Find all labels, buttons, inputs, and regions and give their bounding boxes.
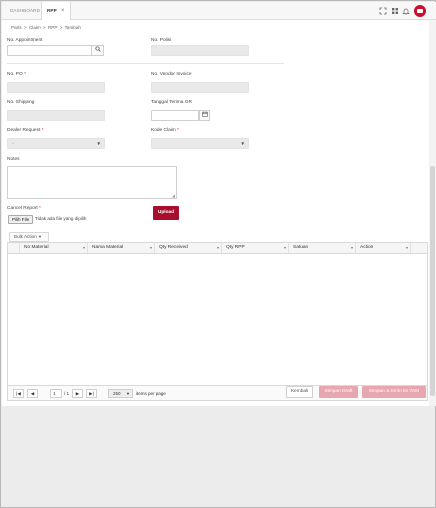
search-appointment-button[interactable]	[91, 45, 104, 56]
breadcrumb-separator: >	[43, 25, 46, 30]
user-avatar[interactable]	[414, 5, 426, 17]
column-label: No Material	[24, 245, 49, 250]
dealer-request-value: -	[12, 141, 14, 146]
column-satuan[interactable]: Satuan ▾	[289, 243, 356, 253]
choose-file-button[interactable]: Pilih File	[8, 215, 33, 224]
column-menu-icon[interactable]: ▾	[284, 243, 286, 253]
required-mark: *	[177, 128, 180, 133]
no-po-label-text: No. PO	[7, 72, 23, 77]
column-nama-material[interactable]: Nama Material ▾	[88, 243, 155, 253]
tab-dashboard[interactable]: DASHBOARD	[10, 2, 40, 20]
column-action[interactable]: Action ▾	[356, 243, 411, 253]
column-menu-icon[interactable]: ▾	[406, 243, 408, 253]
breadcrumb-rpp[interactable]: RPP	[48, 25, 57, 30]
resize-handle-icon[interactable]: ◢	[172, 193, 175, 198]
chevron-down-icon: ▼	[38, 234, 42, 239]
divider	[7, 63, 284, 64]
bell-icon[interactable]	[402, 7, 410, 15]
notes-label: Notes	[7, 157, 20, 162]
required-mark: *	[41, 128, 44, 133]
next-page-button[interactable]: ▶	[72, 389, 83, 398]
kode-claim-label: Kode Claim *	[151, 128, 179, 133]
grid-header: No Material ▾ Nama Material ▾ Qty Received…	[8, 243, 427, 254]
no-shipping-input	[7, 110, 105, 121]
items-per-page-label: items per page	[136, 391, 166, 396]
no-polisi-input	[151, 45, 249, 56]
breadcrumb-separator: >	[59, 25, 63, 30]
column-menu-icon[interactable]: ▾	[351, 243, 353, 253]
no-appointment-input[interactable]	[7, 45, 92, 56]
last-page-button[interactable]: ▶|	[86, 389, 97, 398]
page-size-select[interactable]: 250 ▼	[108, 389, 133, 398]
grid-icon[interactable]	[391, 7, 399, 15]
column-label: Nama Material	[92, 245, 124, 250]
chevron-down-icon: ▼	[126, 391, 130, 396]
bulk-action-label: Bulk Action	[14, 234, 37, 239]
file-status-text: Tidak ada file yang dipilih	[35, 216, 87, 221]
column-label: Qty Received	[159, 245, 188, 250]
no-po-input	[7, 82, 105, 93]
breadcrumb-claim[interactable]: Claim	[29, 25, 41, 30]
breadcrumb: Parts > Claim > RPP > Tambah	[11, 25, 82, 30]
column-menu-icon[interactable]: ▾	[217, 243, 219, 253]
bulk-action-dropdown[interactable]: Bulk Action ▼	[9, 232, 49, 242]
upload-button[interactable]: Upload	[153, 206, 179, 220]
page-size-value: 250	[113, 391, 121, 396]
main-content: Parts > Claim > RPP > Tambah No. Appoint…	[2, 20, 429, 406]
column-qty-rpp[interactable]: Qty RPP ▾	[222, 243, 289, 253]
search-icon	[94, 46, 101, 52]
simpan-kirim-button[interactable]: Simpan & Kirim ke TAM	[362, 386, 426, 398]
scrollbar-thumb[interactable]	[430, 166, 435, 396]
fullscreen-icon[interactable]	[379, 7, 387, 15]
kembali-button[interactable]: Kembali	[286, 386, 313, 398]
tanggal-terima-gr-label: Tanggal Terima GR	[151, 100, 192, 105]
tanggal-terima-gr-input[interactable]	[151, 110, 199, 121]
tab-bar: DASHBOARD RPP ×	[2, 2, 436, 20]
no-po-label: No. PO *	[7, 72, 26, 77]
required-mark: *	[39, 206, 41, 211]
column-label: Qty RPP	[226, 245, 245, 250]
dealer-request-label-text: Dealer Request	[7, 128, 41, 133]
chevron-down-icon: ▼	[96, 141, 101, 146]
column-label: Action	[360, 245, 374, 250]
user-icon	[417, 9, 423, 13]
column-menu-icon[interactable]: ▾	[150, 243, 152, 253]
dealer-request-label: Dealer Request *	[7, 128, 44, 133]
notes-textarea[interactable]: ◢	[7, 166, 177, 199]
chevron-down-icon: ▼	[240, 141, 245, 146]
simpan-draft-button[interactable]: Simpan Draft	[319, 386, 358, 398]
no-shipping-label: No. Shipping	[7, 100, 35, 105]
tab-rpp[interactable]: RPP	[41, 2, 71, 20]
no-appointment-label: No. Appointment	[7, 38, 43, 43]
column-qty-received[interactable]: Qty Received ▾	[155, 243, 222, 253]
select-all-column[interactable]	[8, 243, 20, 253]
required-mark: *	[24, 72, 26, 77]
no-vendor-invoice-label: No. Vendor Invoice	[151, 72, 192, 77]
breadcrumb-separator: >	[24, 25, 27, 30]
first-page-button[interactable]: |◀	[13, 389, 24, 398]
column-menu-icon[interactable]: ▾	[83, 243, 85, 253]
app-window: DASHBOARD RPP × Parts > Claim > RPP > Ta…	[0, 0, 436, 508]
materials-grid: No Material ▾ Nama Material ▾ Qty Received…	[7, 242, 428, 401]
page-number-input[interactable]: 1	[50, 389, 62, 398]
column-label: Satuan	[293, 245, 309, 250]
prev-page-button[interactable]: ◀	[27, 389, 38, 398]
close-tab-icon[interactable]: ×	[61, 2, 65, 20]
breadcrumb-tambah: Tambah	[64, 25, 81, 30]
breadcrumb-parts[interactable]: Parts	[11, 25, 22, 30]
no-polisi-label: No. Polisi	[151, 38, 172, 43]
calendar-icon	[201, 111, 208, 117]
kode-claim-select[interactable]: ▼	[151, 138, 249, 149]
no-vendor-invoice-input	[151, 82, 249, 93]
dealer-request-select[interactable]: - ▼	[7, 138, 105, 149]
page-count-text: / 1	[64, 391, 70, 396]
cancel-report-label: Cancel Report *	[7, 206, 41, 211]
cancel-report-label-text: Cancel Report	[7, 206, 38, 211]
date-picker-button[interactable]	[199, 110, 210, 121]
kode-claim-label-text: Kode Claim	[151, 128, 176, 133]
column-no-material[interactable]: No Material ▾	[20, 243, 88, 253]
